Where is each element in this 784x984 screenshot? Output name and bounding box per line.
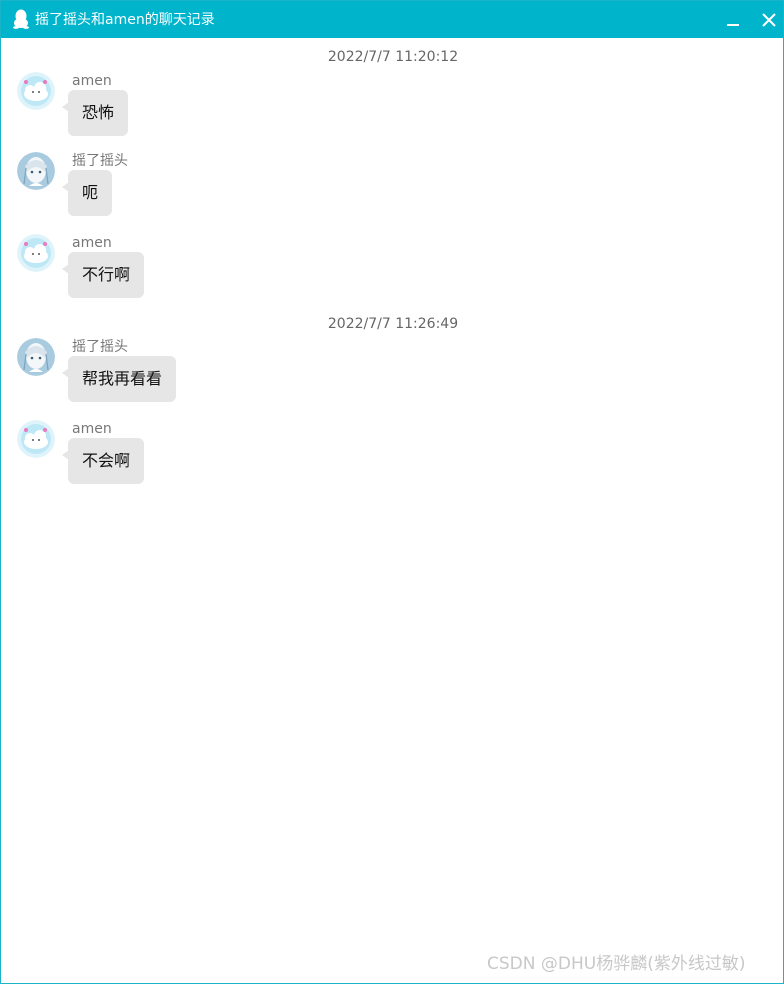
sender-name: amen [72, 235, 112, 251]
csdn-watermark: CSDN @DHU杨骅麟(紫外线过敏) [487, 954, 746, 974]
avatar[interactable] [17, 152, 55, 190]
cloud-avatar-icon [17, 420, 55, 458]
message-item: amen 恐怖 [1, 72, 701, 144]
sender-name: 摇了摇头 [72, 153, 128, 169]
chat-history-area[interactable]: 2022/7/7 11:20:12 amen 恐怖 摇了摇头 呃 amen 不行… [1, 38, 783, 983]
cloud-avatar-icon [17, 72, 55, 110]
message-bubble[interactable]: 恐怖 [61, 90, 129, 136]
avatar[interactable] [17, 338, 55, 376]
message-item: 摇了摇头 帮我再看看 [1, 338, 701, 410]
qq-penguin-icon [12, 9, 30, 29]
anime-avatar-icon [17, 338, 55, 376]
minimize-icon [727, 24, 739, 26]
timestamp: 2022/7/7 11:20:12 [327, 49, 459, 65]
message-item: amen 不会啊 [1, 420, 701, 492]
title-bar[interactable]: 摇了摇头和amen的聊天记录 [1, 1, 783, 38]
cloud-avatar-icon [17, 234, 55, 272]
window-title: 摇了摇头和amen的聊天记录 [35, 12, 215, 28]
message-bubble[interactable]: 不会啊 [61, 438, 145, 484]
anime-avatar-icon [17, 152, 55, 190]
avatar[interactable] [17, 234, 55, 272]
message-item: 摇了摇头 呃 [1, 152, 701, 224]
message-bubble[interactable]: 帮我再看看 [61, 356, 177, 402]
message-bubble[interactable]: 呃 [61, 170, 113, 216]
message-item: amen 不行啊 [1, 234, 701, 306]
avatar[interactable] [17, 420, 55, 458]
sender-name: amen [72, 421, 112, 437]
message-bubble[interactable]: 不行啊 [61, 252, 145, 298]
sender-name: amen [72, 73, 112, 89]
sender-name: 摇了摇头 [72, 339, 128, 355]
timestamp: 2022/7/7 11:26:49 [327, 316, 459, 332]
close-button[interactable] [758, 9, 780, 31]
minimize-button[interactable] [722, 9, 744, 31]
avatar[interactable] [17, 72, 55, 110]
close-icon [762, 13, 776, 27]
chat-history-window: 摇了摇头和amen的聊天记录 2022/7/7 11:20:12 amen 恐怖… [0, 0, 784, 984]
